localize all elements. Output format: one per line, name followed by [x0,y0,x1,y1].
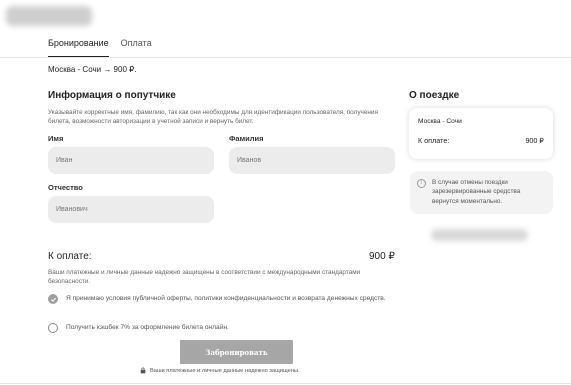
check-icon [50,297,56,302]
tab-booking[interactable]: Бронирование [48,38,109,57]
logo[interactable] [6,6,92,26]
first-name-value: Иван [56,157,73,164]
patronymic-field[interactable]: Иванович [48,196,214,223]
refund-info-box: i В случае отмены поездки зарезервирован… [410,171,553,214]
trip-title: О поездке [409,90,460,101]
blurred-text [431,229,528,241]
trip-route: Москва - Сочи [418,118,462,125]
trip-pay-amount: 900 ₽ [525,136,544,145]
pay-amount: 900 ₽ [369,251,395,262]
last-name-value: Иванов [237,157,262,164]
last-name-field[interactable]: Иванов [229,147,395,174]
patronymic-label: Отчество [48,183,83,192]
trip-card: Москва - Сочи К оплате: 900 ₽ [409,108,553,159]
agree-terms-row[interactable]: Я принимаю условия публичной оферты, пол… [48,294,393,304]
trip-pay-label: К оплате: [418,136,450,145]
passenger-title: Информация о попутчике [48,90,176,101]
last-name-label: Фамилия [229,134,264,143]
cashback-checkbox[interactable] [48,323,58,333]
lock-note: Ваши платежные и личные данные надежно з… [140,367,300,374]
patronymic-value: Иванович [56,206,88,213]
cashback-row[interactable]: Получить кэшбек 7% за оформление билета … [48,323,393,333]
passenger-hint: Указывайте корректные имя, фамилию, так … [48,109,378,126]
agree-terms-checkbox[interactable] [48,294,58,304]
route-summary: Москва - Сочи → 900 ₽. [48,65,137,74]
pay-label: К оплате: [48,251,92,262]
refund-info-text: В случае отмены поездки зарезервированны… [432,179,521,205]
cashback-label: Получить кэшбек 7% за оформление билета … [66,324,229,331]
info-icon: i [417,179,426,188]
first-name-field[interactable]: Иван [48,147,214,174]
lock-icon [140,367,146,374]
tabs-divider [0,57,571,58]
first-name-label: Имя [48,134,64,143]
secure-note: Ваши платежные и личные данные надежно з… [48,269,361,286]
agree-terms-label: Я принимаю условия публичной оферты, пол… [66,295,386,302]
tabs: Бронирование Оплата [48,38,152,57]
lock-note-text: Ваши платежные и личные данные надежно з… [150,367,300,374]
book-button[interactable]: Забронировать [180,340,293,364]
bottom-divider [0,383,571,384]
tab-payment[interactable]: Оплата [121,38,152,57]
